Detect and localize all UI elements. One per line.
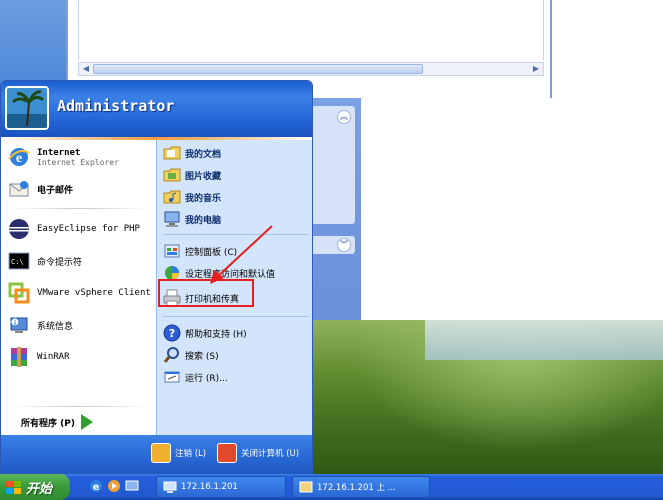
scrollbar-thumb[interactable] bbox=[93, 64, 423, 74]
recent-item-label: EasyEclipse for PHP bbox=[37, 224, 140, 234]
scroll-left-icon[interactable]: ◀ bbox=[80, 63, 92, 75]
task-pane-section: ︾ bbox=[311, 236, 355, 254]
quicklaunch-ie-icon[interactable]: e bbox=[88, 478, 104, 494]
help-search[interactable]: 搜索 (S) bbox=[163, 344, 309, 366]
place-label: 我的文档 bbox=[185, 149, 222, 160]
explorer-window-2: ︽ ︾ bbox=[305, 98, 663, 320]
command-prompt-icon: C:\ bbox=[7, 249, 31, 273]
control-panel-icon bbox=[163, 242, 181, 260]
email-icon bbox=[7, 177, 31, 201]
quicklaunch-desktop-icon[interactable] bbox=[124, 478, 140, 494]
help-label: 帮助和支持 (H) bbox=[185, 329, 247, 340]
recent-system-info[interactable]: i 系统信息 bbox=[7, 310, 153, 340]
arrow-right-icon bbox=[80, 414, 93, 430]
internet-explorer-icon: e bbox=[7, 145, 31, 169]
start-menu-footer: 注销 (L) 关闭计算机 (U) bbox=[1, 435, 312, 473]
recent-command-prompt[interactable]: C:\ 命令提示符 bbox=[7, 246, 153, 276]
recent-item-label: WinRAR bbox=[37, 352, 70, 362]
all-programs-label: 所有程序 (P) bbox=[21, 418, 75, 429]
key-icon bbox=[151, 443, 171, 463]
power-icon bbox=[217, 443, 237, 463]
pinned-internet-explorer[interactable]: e Internet Internet Explorer bbox=[7, 142, 153, 172]
place-label: 图片收藏 bbox=[185, 171, 222, 182]
taskbar-task-2[interactable]: 172.16.1.201 上 ... bbox=[292, 476, 430, 498]
my-computer-icon bbox=[163, 210, 181, 228]
winrar-icon bbox=[7, 345, 31, 369]
recent-item-label: 命令提示符 bbox=[37, 257, 83, 268]
help-icon: ? bbox=[163, 324, 181, 342]
help-label: 搜索 (S) bbox=[185, 351, 219, 362]
taskbar: 开始 e 172.16.1.201 172.16.1.201 上 ... bbox=[0, 474, 663, 500]
help-label: 运行 (R)... bbox=[185, 373, 228, 384]
start-button[interactable]: 开始 bbox=[0, 474, 70, 500]
pinned-item-title: 电子邮件 bbox=[37, 185, 74, 196]
collapse-chevron-icon[interactable]: ︽ bbox=[337, 110, 351, 124]
remote-desktop-icon bbox=[163, 481, 177, 493]
recent-item-label: 系统信息 bbox=[37, 321, 74, 332]
taskbar-task-1[interactable]: 172.16.1.201 bbox=[156, 476, 286, 498]
svg-text:C:\: C:\ bbox=[11, 258, 24, 266]
menu-divider bbox=[9, 406, 149, 407]
place-my-pictures[interactable]: 图片收藏 bbox=[163, 164, 309, 186]
svg-text:?: ? bbox=[169, 327, 175, 340]
svg-text:i: i bbox=[14, 320, 16, 327]
windows-flag-icon bbox=[6, 480, 22, 494]
recent-winrar[interactable]: WinRAR bbox=[7, 342, 153, 372]
system-info-icon: i bbox=[7, 313, 31, 337]
shutdown-label: 关闭计算机 (U) bbox=[241, 449, 300, 459]
desktop-wallpaper bbox=[305, 320, 663, 480]
my-music-icon bbox=[163, 188, 181, 206]
search-icon bbox=[163, 346, 181, 364]
menu-divider bbox=[9, 208, 149, 209]
place-my-music[interactable]: 我的音乐 bbox=[163, 186, 309, 208]
start-menu-header: Administrator bbox=[1, 81, 312, 137]
my-pictures-icon bbox=[163, 166, 181, 184]
all-programs-button[interactable]: 所有程序 (P) bbox=[21, 414, 93, 430]
pinned-item-subtitle: Internet Explorer bbox=[37, 157, 119, 167]
help-support[interactable]: ? 帮助和支持 (H) bbox=[163, 322, 309, 344]
logoff-label: 注销 (L) bbox=[175, 449, 207, 459]
explorer-content bbox=[78, 0, 544, 60]
recent-easyeclipse[interactable]: EasyEclipse for PHP bbox=[7, 214, 153, 244]
scroll-right-icon[interactable]: ▶ bbox=[530, 63, 542, 75]
shutdown-button[interactable]: 关闭计算机 (U) bbox=[217, 443, 299, 463]
wallpaper-sky bbox=[425, 320, 663, 360]
start-label: 开始 bbox=[26, 481, 53, 497]
my-documents-icon bbox=[163, 144, 181, 162]
menu-divider bbox=[163, 316, 309, 317]
programs-column: e Internet Internet Explorer 电子邮件 EasyEc… bbox=[1, 140, 156, 435]
logoff-button[interactable]: 注销 (L) bbox=[151, 443, 206, 463]
svg-text:e: e bbox=[93, 482, 100, 493]
palm-tree-icon bbox=[7, 88, 47, 128]
user-name: Administrator bbox=[57, 97, 175, 115]
pinned-email[interactable]: 电子邮件 bbox=[7, 174, 153, 204]
user-avatar[interactable] bbox=[5, 86, 49, 130]
horizontal-scrollbar[interactable]: ◀ ▶ bbox=[78, 62, 544, 76]
pinned-item-title: Internet bbox=[37, 147, 81, 158]
expand-chevron-icon[interactable]: ︾ bbox=[337, 238, 351, 252]
annotation-arrow-icon bbox=[210, 225, 273, 284]
task-pane: ︽ ︾ bbox=[305, 98, 361, 320]
task-pane-section: ︽ bbox=[311, 106, 355, 224]
quicklaunch-mediaplayer-icon[interactable] bbox=[106, 478, 122, 494]
help-run[interactable]: 运行 (R)... bbox=[163, 366, 309, 388]
task-label: 172.16.1.201 上 ... bbox=[317, 483, 396, 493]
eclipse-icon bbox=[7, 217, 31, 241]
recent-item-label: VMware vSphere Client bbox=[37, 288, 151, 298]
vmware-icon bbox=[7, 281, 31, 305]
place-my-documents[interactable]: 我的文档 bbox=[163, 142, 309, 164]
vmware-console-icon bbox=[299, 481, 313, 493]
run-icon bbox=[163, 368, 181, 386]
recent-vmware[interactable]: VMware vSphere Client bbox=[7, 278, 153, 308]
task-label: 172.16.1.201 bbox=[181, 482, 238, 492]
place-label: 我的音乐 bbox=[185, 193, 222, 204]
